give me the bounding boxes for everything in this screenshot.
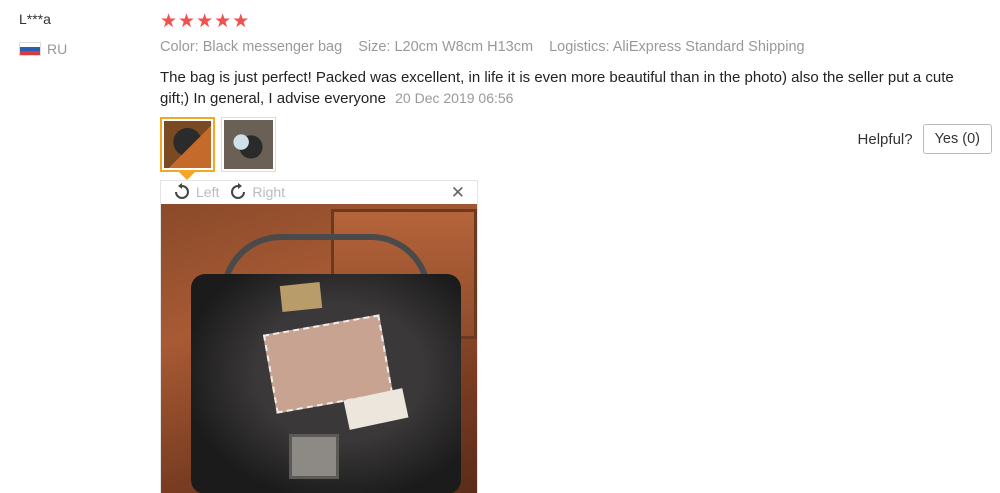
review-date: 20 Dec 2019 06:56	[395, 90, 514, 106]
close-icon[interactable]: ✕	[451, 183, 465, 203]
attr-color: Color: Black messenger bag	[160, 39, 343, 55]
rotate-right-button[interactable]: Right	[229, 183, 285, 201]
review-text: The bag is just perfect! Packed was exce…	[160, 69, 954, 107]
review-body: The bag is just perfect! Packed was exce…	[160, 67, 960, 109]
country-code: RU	[47, 41, 68, 57]
star-icon: ★	[232, 10, 250, 32]
review-photo-thumbnails	[160, 117, 276, 172]
reviewer-name: L***a	[19, 11, 51, 27]
helpful-section: Helpful? Yes (0)	[858, 124, 992, 154]
star-icon: ★	[214, 10, 232, 32]
viewer-toolbar: Left Right ✕	[161, 181, 477, 203]
helpful-label: Helpful?	[857, 130, 913, 148]
rotate-right-label: Right	[252, 184, 286, 200]
photo-thumbnail-1[interactable]	[160, 117, 215, 172]
active-thumbnail-caret	[179, 172, 195, 180]
photo-thumbnail-2[interactable]	[221, 117, 276, 172]
review-photo-large	[161, 204, 477, 493]
star-rating: ★ ★ ★ ★ ★	[160, 11, 249, 31]
photo-viewer: Left Right ✕	[160, 180, 478, 493]
reviewer-country: RU	[19, 41, 67, 57]
star-icon: ★	[196, 10, 214, 32]
star-icon: ★	[160, 10, 178, 32]
order-attributes: Color: Black messenger bag Size: L20cm W…	[160, 39, 817, 55]
star-icon: ★	[178, 10, 196, 32]
rotate-left-button[interactable]: Left	[173, 183, 219, 201]
rotate-left-icon	[175, 183, 189, 199]
attr-size: Size: L20cm W8cm H13cm	[358, 39, 534, 55]
rotate-right-icon	[231, 183, 246, 199]
attr-logistics: Logistics: AliExpress Standard Shipping	[549, 39, 805, 55]
russia-flag-icon	[19, 42, 41, 56]
rotate-left-label: Left	[196, 184, 220, 200]
helpful-yes-button[interactable]: Yes (0)	[922, 124, 992, 154]
